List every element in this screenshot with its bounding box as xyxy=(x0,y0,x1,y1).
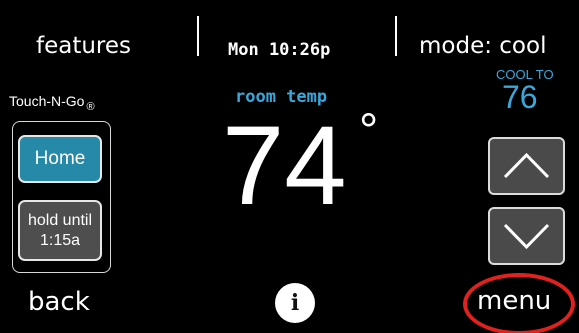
home-button[interactable]: Home xyxy=(18,135,102,183)
back-button[interactable]: back xyxy=(28,287,90,317)
info-icon[interactable]: i xyxy=(275,283,315,323)
header-divider xyxy=(197,16,199,56)
mode-button[interactable]: mode: cool xyxy=(419,28,546,64)
features-button[interactable]: features xyxy=(36,28,131,64)
brand-logo: Touch-N-Go ® xyxy=(9,93,95,113)
temp-down-button[interactable] xyxy=(488,207,565,265)
hold-until-label: hold until xyxy=(27,211,93,229)
room-temperature: 74 xyxy=(222,103,347,228)
chevron-up-icon xyxy=(503,152,550,179)
cool-setpoint: 76 xyxy=(502,79,538,115)
header-divider xyxy=(395,16,397,56)
hold-until-button[interactable]: hold until 1:15a xyxy=(18,200,102,261)
highlight-circle xyxy=(463,273,575,333)
chevron-down-icon xyxy=(503,223,550,250)
degree-symbol: ° xyxy=(359,105,379,158)
brand-name: Touch-N-Go xyxy=(9,93,85,109)
home-button-label: Home xyxy=(34,148,86,169)
thermostat-screen: features Mon 10:26p mode: cool Touch-N-G… xyxy=(0,0,579,333)
temp-up-button[interactable] xyxy=(488,137,565,195)
registered-mark: ® xyxy=(86,101,95,113)
date-time: Mon 10:26p xyxy=(228,40,331,60)
hold-until-time: 1:15a xyxy=(39,231,81,249)
